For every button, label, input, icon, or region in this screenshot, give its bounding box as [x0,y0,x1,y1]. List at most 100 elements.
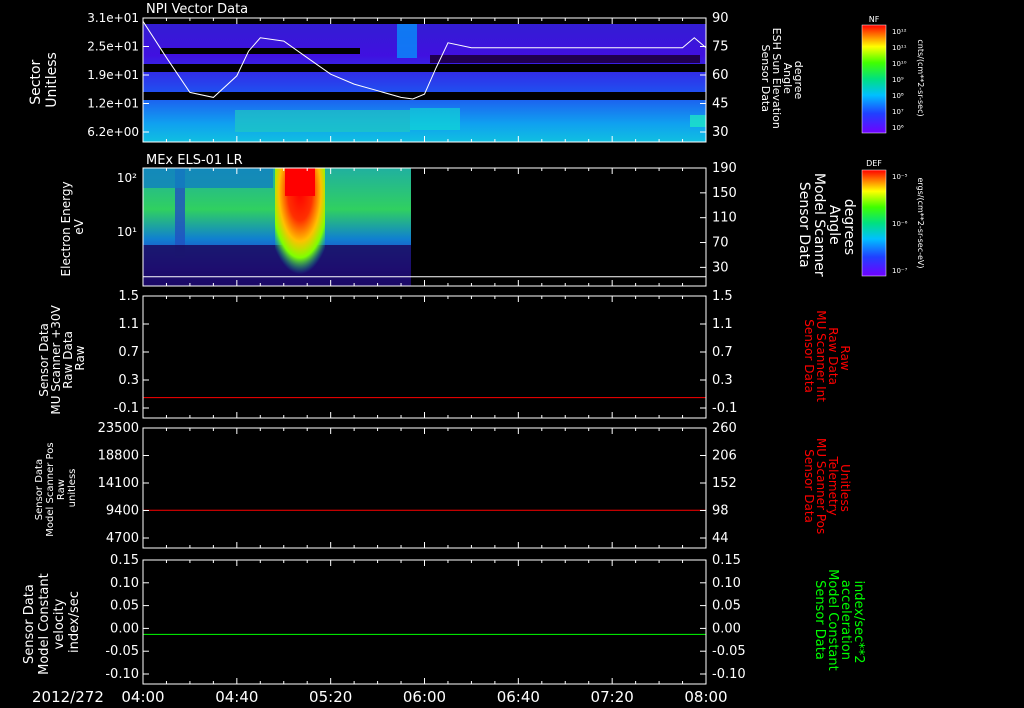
right-tick-label: 45 [712,97,729,112]
left-tick-label: 1.2e+01 [87,97,139,111]
p5-ylabel-1: Model Constant [37,573,52,675]
colorbar-def-gradient [861,169,887,277]
els-hotspot-core [285,168,315,196]
right-tick-label: 0.05 [712,599,741,614]
p2-ylabel: Electron Energy eV [59,178,86,277]
p5-ylabel-2: velocity [52,598,67,649]
right-tick-label: 150 [712,186,737,201]
right-tick-label: 44 [712,531,729,546]
right-tick-label: 1.5 [712,289,733,304]
panel-els [143,168,706,286]
left-tick-label: 1.9e+01 [87,68,139,82]
left-tick-label: 23500 [98,421,139,436]
left-tick-label: 0.10 [110,576,139,591]
time-tick-label: 08:00 [684,688,727,706]
left-tick-label: -0.1 [114,401,139,416]
right-tick-label: 0.00 [712,621,741,636]
left-tick-label: 2.5e+01 [87,40,139,54]
panel-title-els: MEx ELS-01 LR [146,153,243,168]
right-tick-label: -0.1 [712,401,737,416]
left-tick-label: 10¹ [117,225,137,239]
p3-right-ylabel-3: Raw [838,345,852,370]
colorbar-nf-label: NF [869,15,880,24]
right-tick-label: -0.05 [712,644,746,659]
right-tick-label: 260 [712,421,737,436]
p2-right-ylabel-2: Angle [826,205,842,245]
p5-right-ylabel-3: index/sec**2 [851,580,866,663]
p3-right-ylabel-0: Sensor Data [802,319,816,393]
colorbar-def-label: DEF [866,159,882,168]
left-tick-label: 4700 [106,531,139,546]
npi-heatmap-band [235,110,410,132]
p3-ylabel: Sensor Data MU Scanner +30V Raw Data Raw [37,301,87,414]
left-tick-label: -0.10 [105,667,139,682]
colorbar-nf-unit: cnts/(cm**2-sr-sec) [916,39,925,116]
right-tick-label: 30 [712,125,729,140]
p5-right-ylabel-2: acceleration [838,580,853,660]
right-tick-label: 90 [712,11,729,26]
p4-right-ylabel-0: Sensor Data [802,449,816,523]
p1-right-ylabel: Sensor Data ESH Sun Elevation Angle degr… [759,28,805,133]
colorbar-tick-label: 10⁻⁶ [892,220,908,228]
p3-right-ylabel-2: Raw Data [826,327,840,385]
p4-ylabel-3: unitless [67,469,78,508]
p5-ylabel-3: index/sec [67,591,82,653]
p2-ylabel-1: eV [72,218,86,234]
right-tick-label: 1.1 [712,317,733,332]
right-tick-label: 0.3 [712,373,733,388]
p2-right-ylabel-0: Sensor Data [796,182,812,268]
npi-heatmap-band [690,115,706,127]
p3-right-ylabel: Sensor Data MU Scanner Int Raw Data Raw [802,310,852,406]
right-tick-label: -0.10 [712,667,746,682]
p2-ylabel-0: Electron Energy [59,181,73,276]
right-tick-label: 190 [712,161,737,176]
colorbar-def: DEF 10⁻⁵ 10⁻⁶ 10⁻⁷ ergs/(cm**2-sr-sec-eV) [861,159,925,277]
p2-right-ylabel-3: degrees [841,199,857,255]
els-heatmap-band [143,168,273,188]
date-label: 2012/272 [32,688,104,706]
colorbar-tick-label: 10⁻⁵ [892,173,908,181]
time-tick-label: 05:20 [309,688,352,706]
p2-right-ylabel-1: Model Scanner [811,173,827,277]
right-tick-label: 70 [712,236,729,251]
colorbar-tick-label: 10¹² [892,28,907,36]
panel-npi [142,18,707,142]
colorbar-nf: NF 10¹² 10¹¹ 10¹⁰ 10⁹ 10⁸ 10⁷ 10⁶ cnts/(cm**2-… [861,15,925,134]
p4-ylabel-0: Sensor Data [34,459,45,520]
p4-right-ylabel: Sensor Data MU Scanner Pos Telemetry Uni… [802,438,852,538]
left-tick-label: 1.1 [118,317,139,332]
p4-ylabel-1: Model Scanner Pos [45,442,56,536]
time-tick-label: 06:40 [497,688,540,706]
p1-right-ylabel-3: degree [792,61,805,100]
p5-ylabel-0: Sensor Data [22,584,37,664]
panel-5-frame [142,559,707,685]
right-tick-label: 30 [712,260,729,275]
right-tick-label: 206 [712,449,737,464]
right-tick-label: 75 [712,40,729,55]
panel-3-frame [142,295,707,419]
p1-ylabel-1: Unitless [44,52,60,108]
left-tick-label: 1.5 [118,289,139,304]
right-tick-label: 60 [712,68,729,83]
npi-heatmap-band [143,64,706,72]
left-tick-label: 18800 [98,449,139,464]
time-tick-label: 04:00 [121,688,164,706]
panel-4-frame [142,427,707,549]
right-tick-label: 0.10 [712,576,741,591]
right-tick-label: 0.7 [712,345,733,360]
left-tick-label: 3.1e+01 [87,11,139,25]
time-tick-labels: 04:00 04:40 05:20 06:00 06:40 07:20 08:00 [121,688,727,706]
right-tick-label: 152 [712,476,737,491]
left-tick-label: 9400 [106,504,139,519]
colorbar-tick-label: 10⁸ [892,92,904,100]
colorbar-tick-label: 10⁻⁷ [892,267,908,275]
time-tick-label: 07:20 [591,688,634,706]
colorbar-def-ticks: 10⁻⁵ 10⁻⁶ 10⁻⁷ [892,173,908,275]
p1-ylabel: Sector Unitless [28,52,60,108]
panel-title-npi: NPI Vector Data [146,2,248,17]
colorbar-tick-label: 10¹¹ [892,44,907,52]
time-tick-label: 06:00 [403,688,446,706]
left-tick-label: 0.3 [118,373,139,388]
p4-right-ylabel-3: Unitless [838,464,852,512]
p5-right-ylabel-1: Model Constant [825,569,840,671]
